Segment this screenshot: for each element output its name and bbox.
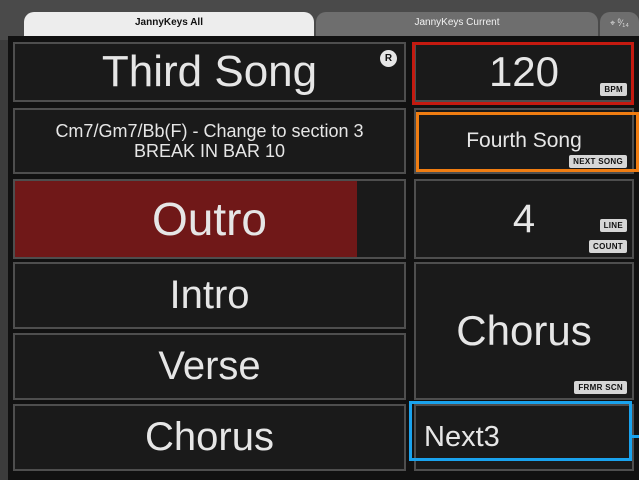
section-label: Outro	[151, 193, 268, 245]
next-section-cell[interactable]: Next3	[414, 404, 634, 471]
performance-board: Third Song R 120 BPM Cm7/Gm7/Bb(F) - Cha…	[8, 36, 639, 480]
former-section-tag: FRMR SCN	[574, 381, 627, 394]
next-song-tag: NEXT SONG	[569, 155, 627, 168]
next-song-value: Fourth Song	[466, 129, 582, 152]
section-outro[interactable]: Outro	[13, 179, 406, 259]
former-section-cell[interactable]: Chorus FRMR SCN	[414, 262, 634, 400]
section-label: Chorus	[145, 415, 274, 459]
section-verse[interactable]: Verse	[13, 333, 406, 400]
tab-bar: JannyKeys All JannyKeys Current ⌖ ⁰⁄₁₄	[0, 0, 639, 40]
song-title-cell[interactable]: Third Song R	[13, 42, 406, 102]
former-section-value: Chorus	[456, 307, 592, 354]
tab-jannykeys-current[interactable]: JannyKeys Current	[316, 12, 598, 36]
tab-add-icon[interactable]: ⌖ ⁰⁄₁₄	[600, 12, 639, 36]
song-title: Third Song	[101, 47, 318, 96]
section-intro[interactable]: Intro	[13, 262, 406, 329]
next-song-cell[interactable]: Fourth Song NEXT SONG	[414, 108, 634, 174]
line-count-value: 4	[512, 196, 536, 241]
count-tag: COUNT	[589, 240, 627, 253]
tab-jannykeys-all[interactable]: JannyKeys All	[24, 12, 314, 36]
section-label: Intro	[169, 273, 250, 317]
bpm-tag: BPM	[600, 83, 627, 96]
song-notes-line1: Cm7/Gm7/Bb(F) - Change to section 3	[55, 121, 364, 141]
line-tag: LINE	[599, 219, 627, 232]
section-label: Verse	[158, 344, 261, 388]
section-chorus[interactable]: Chorus	[13, 404, 406, 471]
line-count-cell[interactable]: 4 LINE COUNT	[414, 179, 634, 259]
bpm-value: 120	[488, 48, 560, 95]
next-section-value: Next3	[424, 421, 500, 453]
song-notes-cell[interactable]: Cm7/Gm7/Bb(F) - Change to section 3 BREA…	[13, 108, 406, 174]
record-badge-icon[interactable]: R	[380, 50, 397, 67]
song-notes-line2: BREAK IN BAR 10	[133, 141, 286, 161]
bpm-cell[interactable]: 120 BPM	[414, 42, 634, 102]
